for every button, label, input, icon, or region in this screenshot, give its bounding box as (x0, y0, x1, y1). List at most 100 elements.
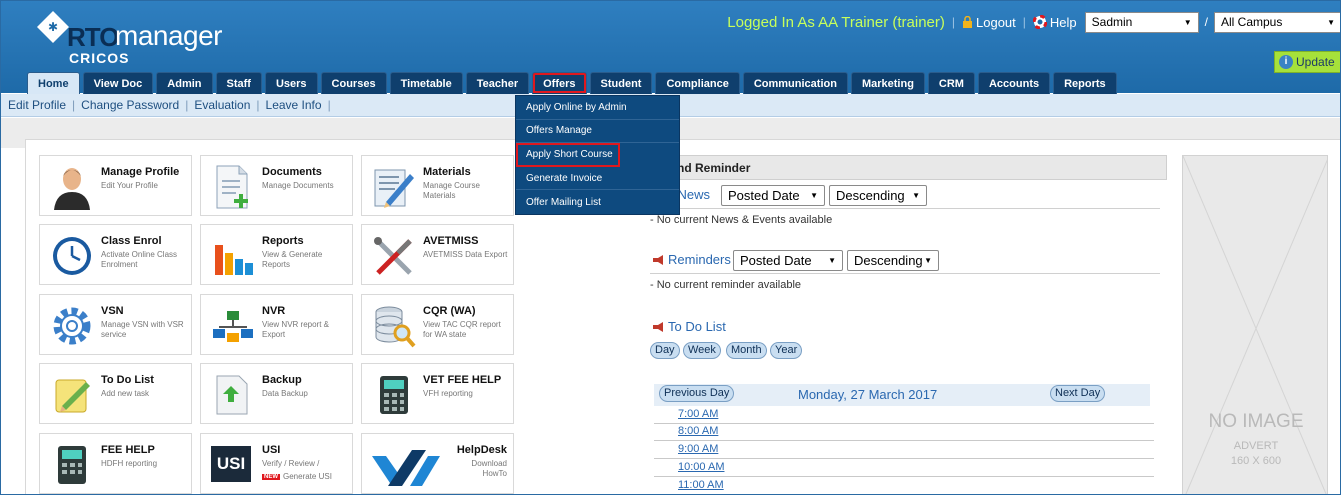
news-sort-select[interactable]: Posted Date ▼ (721, 185, 825, 206)
menu-item-apply-short-course[interactable]: Apply Short Course (516, 143, 620, 167)
tile-cqr-wa[interactable]: CQR (WA) View TAC CQR report for WA stat… (361, 294, 514, 355)
view-year-button[interactable]: Year (770, 342, 803, 359)
tile-subtitle: View & Generate Reports (262, 250, 323, 269)
reminders-sort-select[interactable]: Posted Date ▼ (733, 250, 843, 271)
tab-student[interactable]: Student (589, 72, 653, 94)
reminders-order-value: Descending (854, 253, 923, 268)
tile-vsn[interactable]: VSN Manage VSN with VSR service (39, 294, 192, 355)
tab-home[interactable]: Home (27, 72, 80, 95)
tile-manage-profile[interactable]: Manage Profile Edit Your Profile (39, 155, 192, 216)
logout-link[interactable]: Logout (962, 15, 1016, 30)
reminders-order-select[interactable]: Descending ▼ (847, 250, 939, 271)
time-slot[interactable]: 10:00 AM (678, 461, 724, 473)
tile-to-do-list[interactable]: To Do List Add new task (39, 363, 192, 424)
new-badge: NEW (262, 473, 280, 480)
usi-generate-label: Generate USI (283, 472, 332, 481)
tab-reports[interactable]: Reports (1053, 72, 1117, 94)
tile-title: Materials (423, 166, 471, 178)
tile-usi[interactable]: USI USI Verify / Review / NEW Generate U… (200, 433, 353, 494)
help-link[interactable]: Help (1032, 15, 1077, 30)
tile-subtitle: Manage Course Materials (423, 181, 480, 200)
divider (654, 440, 1154, 441)
tab-courses[interactable]: Courses (320, 72, 387, 94)
tile-subtitle: Add new task (101, 389, 150, 398)
reminders-text: Reminders (668, 252, 731, 267)
app-frame: ✱ RTO manager CRICOS Logged In As AA Tra… (0, 0, 1341, 495)
chevron-down-icon: ▼ (912, 191, 920, 200)
time-slot[interactable]: 8:00 AM (678, 425, 718, 437)
tile-fee-help[interactable]: FEE HELP HDFH reporting (39, 433, 192, 494)
logo-diamond-icon: ✱ (37, 11, 69, 43)
news-and-reminder-panel: ws and Reminder itest News Posted Date▼ … (648, 155, 1167, 494)
tile-title: HelpDesk (456, 444, 507, 456)
tile-avetmiss[interactable]: AVETMISS AVETMISS Data Export (361, 224, 514, 285)
view-day-button[interactable]: Day (650, 342, 680, 359)
lock-icon (963, 16, 973, 28)
tile-vet-fee-help[interactable]: VET FEE HELP VFH reporting (361, 363, 514, 424)
evaluation-link[interactable]: Evaluation (194, 98, 250, 112)
view-week-button[interactable]: Week (683, 342, 721, 359)
tile-materials[interactable]: Materials Manage Course Materials (361, 155, 514, 216)
leave-info-link[interactable]: Leave Info (266, 98, 322, 112)
view-month-button[interactable]: Month (726, 342, 767, 359)
materials-pencil-icon (374, 169, 414, 208)
tab-offers[interactable]: Offers (532, 72, 587, 94)
menu-item-generate-invoice[interactable]: Generate Invoice (516, 167, 679, 191)
menu-item-offer-mailing-list[interactable]: Offer Mailing List (516, 190, 679, 214)
menu-item-apply-online-by-admin[interactable]: Apply Online by Admin (516, 96, 679, 120)
time-slot[interactable]: 9:00 AM (678, 443, 718, 455)
tile-title: Reports (262, 235, 304, 247)
tile-helpdesk[interactable]: HelpDesk Download HowTo (361, 433, 514, 494)
tab-users[interactable]: Users (264, 72, 318, 94)
update-label: Update (1296, 55, 1335, 69)
tab-staff[interactable]: Staff (215, 72, 262, 94)
main-nav-tabs: Home View Doc Admin Staff Users Courses … (27, 72, 1117, 95)
tile-title: Manage Profile (101, 166, 180, 178)
time-slot[interactable]: 11:00 AM (678, 479, 724, 491)
tile-reports[interactable]: Reports View & Generate Reports (200, 224, 353, 285)
advert-placeholder: NO IMAGE ADVERT 160 X 600 (1182, 155, 1328, 494)
change-password-link[interactable]: Change Password (81, 98, 179, 112)
lifebuoy-icon (1032, 15, 1047, 29)
update-button[interactable]: i Update (1274, 51, 1340, 73)
tile-title: CQR (WA) (423, 305, 476, 317)
divider (650, 208, 1160, 209)
tile-documents[interactable]: Documents Manage Documents (200, 155, 353, 216)
user-select[interactable]: Sadmin ▼ (1084, 11, 1199, 33)
news-order-select[interactable]: Descending ▼ (829, 185, 927, 206)
tile-nvr[interactable]: NVR View NVR report & Export (200, 294, 353, 355)
tile-class-enrol[interactable]: Class Enrol Activate Online Class Enrolm… (39, 224, 192, 285)
tab-compliance[interactable]: Compliance (655, 72, 740, 94)
tile-title: Backup (262, 374, 302, 386)
campus-select[interactable]: All Campus ▼ (1214, 11, 1340, 33)
tab-admin[interactable]: Admin (156, 72, 213, 94)
tab-teacher[interactable]: Teacher (465, 72, 530, 94)
tab-crm[interactable]: CRM (927, 72, 975, 94)
tile-title: USI (262, 444, 281, 456)
tile-title: Class Enrol (101, 235, 162, 247)
tab-timetable[interactable]: Timetable (389, 72, 463, 94)
tile-backup[interactable]: Backup Data Backup (200, 363, 353, 424)
tab-view-doc[interactable]: View Doc (82, 72, 154, 94)
tab-marketing[interactable]: Marketing (850, 72, 925, 94)
next-day-button[interactable]: Next Day (1050, 385, 1106, 402)
time-slot[interactable]: 7:00 AM (678, 408, 718, 420)
tile-title: FEE HELP (101, 444, 155, 456)
tile-title: VET FEE HELP (423, 374, 502, 386)
tile-title: NVR (262, 305, 286, 317)
tile-subtitle: Edit Your Profile (101, 181, 158, 190)
tab-accounts[interactable]: Accounts (977, 72, 1051, 94)
menu-item-offers-manage[interactable]: Offers Manage (516, 120, 679, 144)
user-select-value: Sadmin (1091, 15, 1133, 29)
logo-rto-text: RTO (67, 22, 119, 52)
bar-chart-icon (215, 245, 253, 275)
tile-subtitle: Activate Online Class Enrolment (101, 250, 178, 269)
rto-manager-logo[interactable]: ✱ RTO manager CRICOS (35, 7, 225, 67)
panel-heading: ws and Reminder (648, 155, 1167, 180)
chevron-down-icon: ▼ (810, 191, 818, 200)
edit-profile-link[interactable]: Edit Profile (8, 98, 66, 112)
divider (650, 273, 1160, 274)
tab-communication[interactable]: Communication (742, 72, 848, 94)
campus-select-value: All Campus (1221, 15, 1283, 29)
previous-day-button[interactable]: Previous Day (659, 385, 735, 402)
